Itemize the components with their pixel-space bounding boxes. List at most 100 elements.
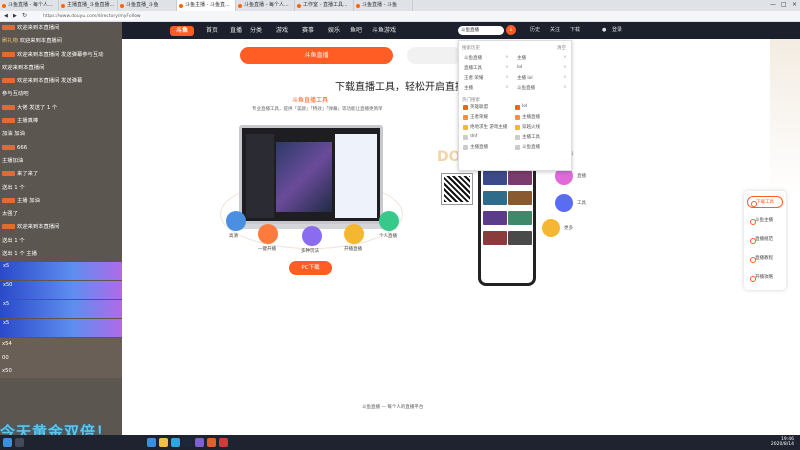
hd-feature-icon[interactable] <box>226 211 246 231</box>
history-item[interactable]: 王者 荣耀 <box>464 75 483 81</box>
rank-badge <box>463 125 468 130</box>
steam-icon[interactable] <box>183 438 192 447</box>
browser-icon[interactable] <box>147 438 156 447</box>
remove-icon[interactable]: × <box>563 75 567 80</box>
chat-message: 欢迎来到本直播间 <box>0 22 122 35</box>
app-label: 更多 <box>564 226 573 231</box>
user-badge <box>2 104 15 110</box>
remove-icon[interactable]: × <box>563 65 567 70</box>
forward-icon[interactable]: ▶ <box>13 13 17 19</box>
url-field[interactable]: https://www.douyu.com/directory/myFollow <box>40 13 141 20</box>
history-item[interactable]: 主播 lol <box>517 75 533 81</box>
side-menu-tutorial[interactable]: 直播教程 <box>747 253 783 265</box>
browser-tab[interactable]: 主播直播_斗鱼直播... <box>59 0 118 11</box>
download-link[interactable]: 下载 <box>570 26 580 35</box>
clear-history-button[interactable]: 清空 <box>557 45 566 51</box>
nav-item-douyu-games[interactable]: 斗鱼游戏 <box>372 26 396 35</box>
back-icon[interactable]: ◀ <box>4 13 8 19</box>
browser-tab[interactable]: 斗鱼直播 - 每个人... <box>236 0 295 11</box>
hot-search-item[interactable]: 绝地求生 游戏主播 <box>470 124 507 130</box>
search-input[interactable]: 斗鱼直播 <box>458 26 504 35</box>
download-page: 斗鱼直播 下载直播工具，轻松开启直播 斗鱼直播工具 专业直播工具，提供「美颜」「… <box>122 39 800 435</box>
browser-tab[interactable]: 斗鱼直播 - 斗鱼 <box>354 0 413 11</box>
side-menu-rules[interactable]: 直播规范 <box>747 234 783 246</box>
browser-tab[interactable]: 斗鱼直播 - 每个人... <box>0 0 59 11</box>
close-icon[interactable]: × <box>792 1 797 8</box>
site-logo[interactable]: 斗鱼 <box>170 26 194 36</box>
start-icon[interactable] <box>3 438 12 447</box>
avatar[interactable]: ● <box>602 26 606 35</box>
pc-download-button[interactable]: PC下载 <box>289 261 332 275</box>
hot-search-item[interactable]: 穿越火线 <box>522 124 540 130</box>
one-click-feature-icon[interactable] <box>258 224 278 244</box>
side-menu-guide[interactable]: 开播攻略 <box>747 272 783 284</box>
side-menu-streamer[interactable]: 斗鱼主播 <box>747 215 783 227</box>
hot-search-item[interactable]: 主播工具 <box>522 134 540 140</box>
hot-search-item[interactable]: 英雄联盟 <box>470 104 488 110</box>
follow-link[interactable]: 关注 <box>550 26 560 35</box>
system-clock[interactable]: 19:46 2020/8/14 <box>771 437 794 447</box>
browser-tab-active[interactable]: 斗鱼主播 - 斗鱼直... <box>177 0 236 11</box>
chat-message: 主播加油 <box>2 157 24 164</box>
remove-icon[interactable]: × <box>505 75 509 80</box>
nav-item-entertainment[interactable]: 娱乐 <box>328 26 340 35</box>
history-item[interactable]: 主播 <box>464 85 473 91</box>
chat-message: 送出 1 个 <box>2 184 25 191</box>
folder-icon[interactable] <box>159 438 168 447</box>
feature-label: 个人直播 <box>379 234 397 239</box>
nav-item-yuba[interactable]: 鱼吧 <box>350 26 362 35</box>
search-icon[interactable]: ⌕ <box>506 25 516 35</box>
hot-search-item[interactable]: 王者荣耀 <box>470 114 488 120</box>
favicon-icon <box>179 4 183 8</box>
rank-badge <box>515 115 520 120</box>
user-badge <box>2 144 15 150</box>
minimize-icon[interactable]: — <box>770 1 776 8</box>
hot-search-item[interactable]: lol <box>522 104 527 109</box>
nav-item-live[interactable]: 直播 <box>230 26 242 35</box>
remove-icon[interactable]: × <box>563 85 567 90</box>
nav-item-category[interactable]: 分类 <box>250 26 262 35</box>
login-link[interactable]: 登录 <box>612 26 622 35</box>
nav-item-events[interactable]: 赛事 <box>302 26 314 35</box>
hot-search-item[interactable]: dnf <box>470 134 477 139</box>
chat-message: 欢迎来到本直播间 发送弹幕 <box>0 75 122 88</box>
play-modes-feature-icon[interactable] <box>302 226 322 246</box>
remove-icon[interactable]: × <box>563 55 567 60</box>
history-item[interactable]: 斗鱼直播 <box>464 55 482 61</box>
preview-sidebar <box>246 134 274 218</box>
tab-secondary[interactable] <box>407 47 462 64</box>
chat-message: 欢迎来到本直播间 <box>2 64 45 71</box>
maximize-icon[interactable]: □ <box>781 1 787 8</box>
hot-search-item[interactable]: 主播直播 <box>470 144 488 150</box>
address-bar-row: ◀ ▶ ↻ https://www.douyu.com/directory/my… <box>0 11 800 22</box>
history-link[interactable]: 历史 <box>530 26 540 35</box>
app-icon[interactable] <box>171 438 180 447</box>
app-icon[interactable] <box>207 438 216 447</box>
app-icon[interactable] <box>219 438 228 447</box>
site-navbar: 斗鱼 首页 直播 分类 游戏 赛事 娱乐 鱼吧 斗鱼游戏 斗鱼直播 ⌕ 历史 关… <box>122 22 800 39</box>
search-icon[interactable] <box>15 438 24 447</box>
chat-message: 666 <box>0 142 122 155</box>
history-item[interactable]: 主播 <box>517 55 526 61</box>
history-item[interactable]: 直播工具 <box>464 65 482 71</box>
start-live-feature-icon[interactable] <box>344 224 364 244</box>
nav-item-home[interactable]: 首页 <box>206 26 218 35</box>
remove-icon[interactable]: × <box>505 55 509 60</box>
browser-tab[interactable]: 工作室 - 直播工具... <box>295 0 354 11</box>
app-icon[interactable] <box>195 438 204 447</box>
hot-search-item[interactable]: 斗鱼直播 <box>522 144 540 150</box>
refresh-icon[interactable]: ↻ <box>22 12 27 19</box>
history-item[interactable]: lol <box>517 65 522 70</box>
browser-tab[interactable]: 斗鱼直播_斗鱼 <box>118 0 177 11</box>
personal-live-feature-icon[interactable] <box>379 211 399 231</box>
remove-icon[interactable]: × <box>505 65 509 70</box>
chat-message: 欢迎来到本直播间 发送弹幕参与互动 <box>0 49 122 62</box>
history-item[interactable]: 斗鱼直播 <box>517 85 535 91</box>
hot-search-item[interactable]: 主播直播 <box>522 114 540 120</box>
tab-douyu-live[interactable]: 斗鱼直播 <box>240 47 393 64</box>
remove-icon[interactable]: × <box>505 85 509 90</box>
history-title: 搜索历史 <box>462 46 480 51</box>
nav-item-games[interactable]: 游戏 <box>276 26 288 35</box>
chat-message: 欢迎来到本直播间 <box>0 221 122 234</box>
side-menu-download[interactable]: 下载工具 <box>747 196 783 208</box>
